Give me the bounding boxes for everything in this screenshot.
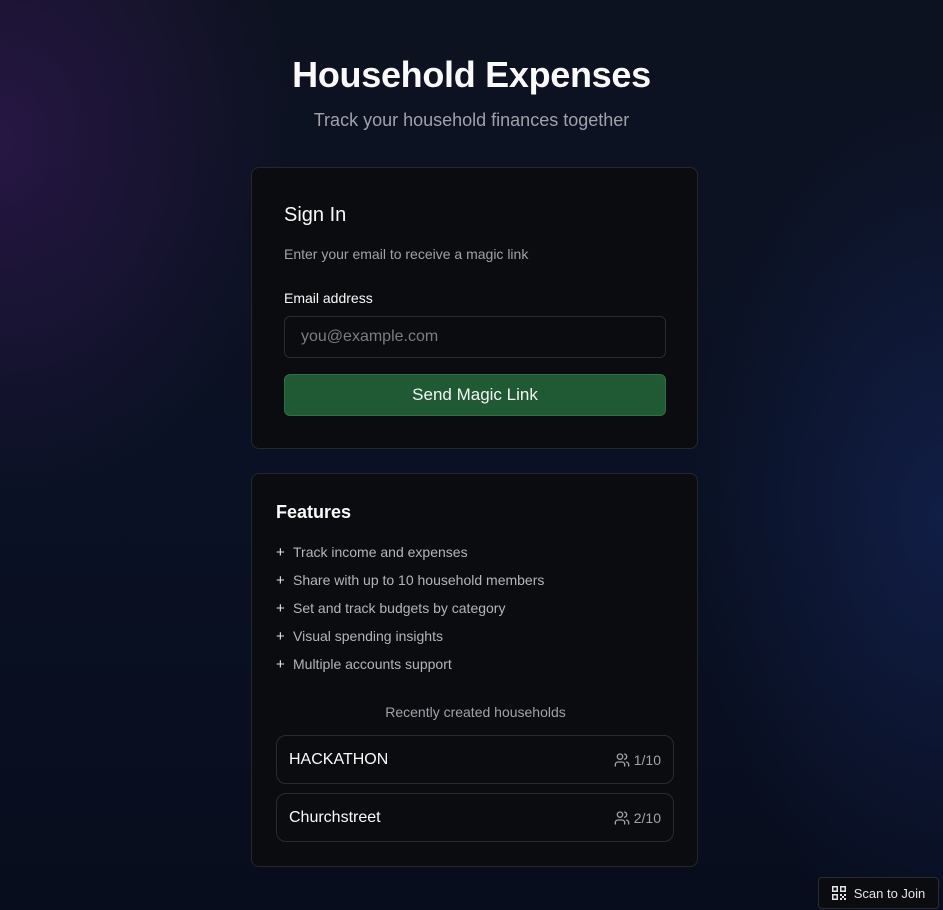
member-count-text: 2/10	[633, 809, 661, 826]
feature-text: Track income and expenses	[293, 544, 468, 560]
feature-item: + Set and track budgets by category	[276, 594, 544, 622]
feature-item: + Share with up to 10 household members	[276, 566, 544, 594]
household-name: HACKATHON	[289, 750, 389, 768]
plus-icon: +	[276, 655, 285, 673]
sign-in-title: Sign In	[284, 204, 347, 226]
scan-to-join-label: Scan to Join	[853, 885, 926, 901]
features-title: Features	[276, 502, 352, 522]
qr-code-icon	[831, 886, 846, 900]
scan-to-join-button[interactable]: Scan to Join	[818, 877, 939, 909]
email-field[interactable]	[284, 316, 666, 358]
feature-item: + Multiple accounts support	[276, 650, 544, 678]
plus-icon: +	[276, 627, 285, 645]
feature-list: + Track income and expenses + Share with…	[276, 538, 544, 678]
recent-households-label: Recently created households	[385, 704, 566, 720]
users-icon	[614, 810, 630, 825]
features-card: Features + Track income and expenses + S…	[251, 473, 698, 867]
feature-text: Multiple accounts support	[293, 656, 452, 672]
plus-icon: +	[276, 571, 285, 589]
sign-in-card: Sign In Enter your email to receive a ma…	[251, 167, 698, 449]
household-name: Churchstreet	[289, 808, 381, 826]
member-count: 1/10	[614, 752, 661, 768]
feature-item: + Visual spending insights	[276, 622, 544, 650]
member-count-text: 1/10	[633, 751, 661, 768]
household-item-churchstreet[interactable]: Churchstreet 2/10	[276, 793, 674, 842]
send-magic-link-button[interactable]: Send Magic Link	[284, 374, 666, 416]
page-title: Household Expenses	[292, 54, 651, 95]
feature-text: Visual spending insights	[293, 628, 443, 644]
plus-icon: +	[276, 543, 285, 561]
plus-icon: +	[276, 599, 285, 617]
household-item-hackathon[interactable]: HACKATHON 1/10	[276, 735, 674, 784]
feature-text: Set and track budgets by category	[293, 600, 506, 616]
feature-text: Share with up to 10 household members	[293, 572, 545, 588]
member-count: 2/10	[614, 810, 661, 826]
feature-item: + Track income and expenses	[276, 538, 544, 566]
email-label: Email address	[284, 290, 373, 306]
sign-in-description: Enter your email to receive a magic link	[284, 246, 529, 262]
page-subtitle: Track your household finances together	[313, 110, 630, 130]
users-icon	[614, 752, 630, 767]
